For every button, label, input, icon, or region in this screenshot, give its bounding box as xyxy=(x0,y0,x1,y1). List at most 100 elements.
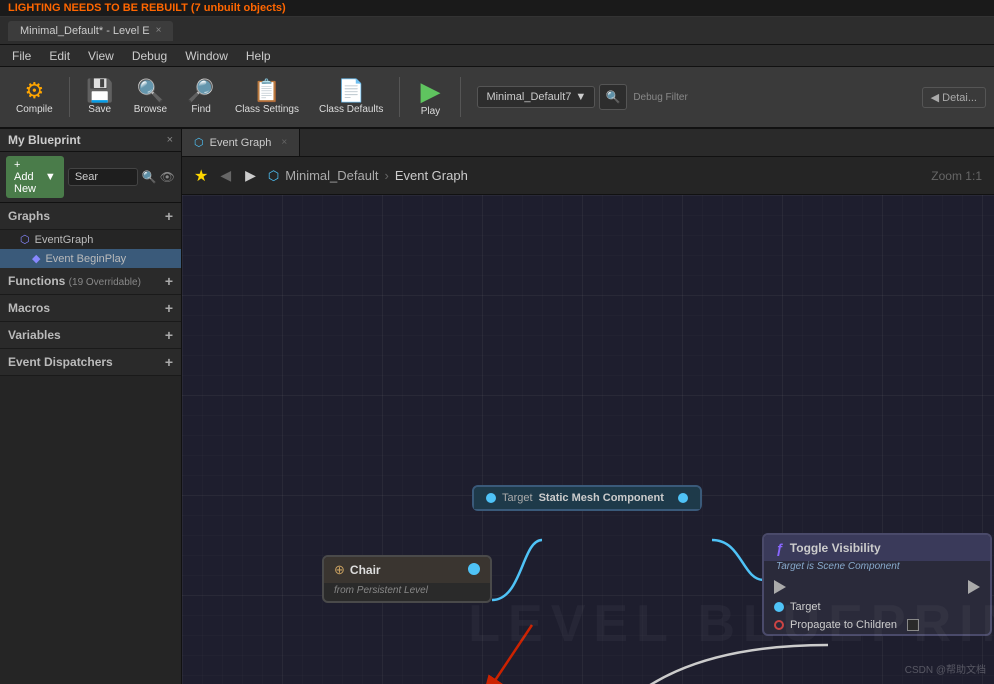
graph-tab-close[interactable]: × xyxy=(281,137,287,148)
macros-section-header[interactable]: Macros + xyxy=(0,295,181,322)
sidebar-close-btn[interactable]: × xyxy=(167,134,173,146)
sidebar-item-eventgraph[interactable]: ⬡ EventGraph xyxy=(0,230,181,249)
macros-add-btn[interactable]: + xyxy=(165,300,173,316)
class-defaults-button[interactable]: 📄 Class Defaults xyxy=(311,76,391,119)
propagate-checkbox[interactable] xyxy=(907,619,919,631)
blueprint-canvas[interactable]: ⊕ Chair from Persistent Level Target Sta… xyxy=(182,195,994,684)
menu-file[interactable]: File xyxy=(4,47,39,65)
toggle-vis-propagate-row: Propagate to Children xyxy=(764,616,990,634)
chair-node-name: Chair xyxy=(350,563,381,577)
tab-close-btn[interactable]: × xyxy=(156,25,162,36)
breadcrumb-sep: › xyxy=(384,168,388,183)
functions-add-btn[interactable]: + xyxy=(165,273,173,289)
event-dispatchers-add-btn[interactable]: + xyxy=(165,354,173,370)
variables-add-btn[interactable]: + xyxy=(165,327,173,343)
save-button[interactable]: 💾 Save xyxy=(78,76,122,119)
forward-arrow[interactable]: ▶ xyxy=(241,165,260,186)
variables-section-header[interactable]: Variables + xyxy=(0,322,181,349)
graph-tab-icon: ⬡ xyxy=(194,136,204,149)
eventgraph-icon: ⬡ xyxy=(20,233,30,246)
toggle-target-pin xyxy=(774,602,784,612)
beginplay-label: Event BeginPlay xyxy=(45,253,126,265)
title-tab[interactable]: Minimal_Default* - Level E × xyxy=(8,21,173,41)
toggle-vis-header: ƒ Toggle Visibility xyxy=(764,535,990,561)
toggle-vis-title: Toggle Visibility xyxy=(790,541,881,555)
event-dispatchers-header[interactable]: Event Dispatchers + xyxy=(0,349,181,376)
toggle-vis-target-row: Target xyxy=(764,598,990,616)
node-chair-header: ⊕ Chair xyxy=(324,557,490,583)
menu-edit[interactable]: Edit xyxy=(41,47,78,65)
menu-view[interactable]: View xyxy=(80,47,122,65)
functions-section: Functions (19 Overridable) + xyxy=(0,268,181,295)
search-icons: 🔍 👁 xyxy=(142,170,175,184)
content-area: ⬡ Event Graph × ★ ◀ ▶ ⬡ Minimal_Default … xyxy=(182,129,994,684)
breadcrumb-grid-icon: ⬡ xyxy=(268,168,279,184)
sidebar: My Blueprint × + Add New ▼ 🔍 👁 Graphs + … xyxy=(0,129,182,684)
browse-button[interactable]: 🔍 Browse xyxy=(126,76,175,119)
chair-out-pin xyxy=(468,563,480,578)
component-label: Static Mesh Component xyxy=(539,492,664,504)
propagate-pin xyxy=(774,620,784,630)
breadcrumb-current: Event Graph xyxy=(395,168,468,183)
sidebar-toolbar: + Add New ▼ 🔍 👁 xyxy=(0,152,181,203)
debug-filter-dropdown[interactable]: Minimal_Default7 ▼ xyxy=(477,86,595,108)
warning-bar: LIGHTING NEEDS TO BE REBUILT (7 unbuilt … xyxy=(0,0,994,17)
debug-search-btn[interactable]: 🔍 xyxy=(599,84,627,110)
node-chair[interactable]: ⊕ Chair from Persistent Level xyxy=(322,555,492,603)
class-settings-button[interactable]: 📋 Class Settings xyxy=(227,76,307,119)
debug-filter-value: Minimal_Default7 xyxy=(486,91,571,103)
menu-help[interactable]: Help xyxy=(238,47,279,65)
detail-panel-button[interactable]: ◀ Detai... xyxy=(922,87,986,108)
macros-label: Macros xyxy=(8,301,50,315)
toolbar-sep-1 xyxy=(69,77,70,117)
menu-window[interactable]: Window xyxy=(177,47,236,65)
save-label: Save xyxy=(88,104,111,115)
static-mesh-header: Target Static Mesh Component xyxy=(474,487,700,509)
compile-icon: ⚙ xyxy=(24,80,44,102)
node-toggle-visibility[interactable]: ƒ Toggle Visibility Target is Scene Comp… xyxy=(762,533,992,636)
find-icon: 🔎 xyxy=(187,80,214,102)
title-tab-label: Minimal_Default* - Level E xyxy=(20,25,150,37)
class-defaults-label: Class Defaults xyxy=(319,104,383,115)
debug-filter-chevron: ▼ xyxy=(575,91,586,103)
chair-node-icon: ⊕ xyxy=(334,562,345,578)
main-layout: My Blueprint × + Add New ▼ 🔍 👁 Graphs + … xyxy=(0,129,994,684)
play-button[interactable]: ▶ Play xyxy=(408,74,452,121)
menu-debug[interactable]: Debug xyxy=(124,47,175,65)
toggle-vis-func-icon: ƒ xyxy=(776,540,784,556)
target-label: Target xyxy=(502,492,533,504)
breadcrumb-project: Minimal_Default xyxy=(285,168,378,183)
add-new-button[interactable]: + Add New ▼ xyxy=(6,156,64,198)
toggle-target-label: Target xyxy=(790,601,821,613)
toolbar-sep-3 xyxy=(460,77,461,117)
static-mesh-in-pin xyxy=(486,493,496,503)
class-settings-label: Class Settings xyxy=(235,104,299,115)
compile-label: Compile xyxy=(16,104,53,115)
find-button[interactable]: 🔎 Find xyxy=(179,76,223,119)
back-arrow[interactable]: ◀ xyxy=(216,165,235,186)
node-static-mesh[interactable]: Target Static Mesh Component xyxy=(472,485,702,511)
graphs-section: Graphs + ⬡ EventGraph ◆ Event BeginPlay xyxy=(0,203,181,268)
event-graph-tab[interactable]: ⬡ Event Graph × xyxy=(182,129,300,156)
sidebar-item-beginplay[interactable]: ◆ Event BeginPlay xyxy=(0,249,181,268)
sidebar-search-input[interactable] xyxy=(68,168,138,186)
debug-filter-label: Debug Filter xyxy=(633,92,687,103)
graph-tab-label: Event Graph xyxy=(210,137,272,149)
red-arrow xyxy=(432,615,562,684)
functions-label: Functions (19 Overridable) xyxy=(8,274,141,288)
breadcrumb-bar: ★ ◀ ▶ ⬡ Minimal_Default › Event Graph Zo… xyxy=(182,157,994,195)
propagate-label: Propagate to Children xyxy=(790,619,897,631)
sidebar-title: My Blueprint xyxy=(8,133,81,147)
class-defaults-icon: 📄 xyxy=(338,80,365,102)
graphs-add-btn[interactable]: + xyxy=(165,208,173,224)
warning-text: LIGHTING NEEDS TO BE REBUILT (7 unbuilt … xyxy=(8,2,286,14)
variables-section: Variables + xyxy=(0,322,181,349)
eye-icon[interactable]: 👁 xyxy=(160,170,175,184)
search-icon[interactable]: 🔍 xyxy=(142,170,157,184)
graphs-section-header[interactable]: Graphs + xyxy=(0,203,181,230)
functions-section-header[interactable]: Functions (19 Overridable) + xyxy=(0,268,181,295)
compile-button[interactable]: ⚙ Compile xyxy=(8,76,61,119)
bookmark-icon[interactable]: ★ xyxy=(194,166,208,186)
exec-in-pin xyxy=(774,580,786,594)
play-label: Play xyxy=(421,106,440,117)
